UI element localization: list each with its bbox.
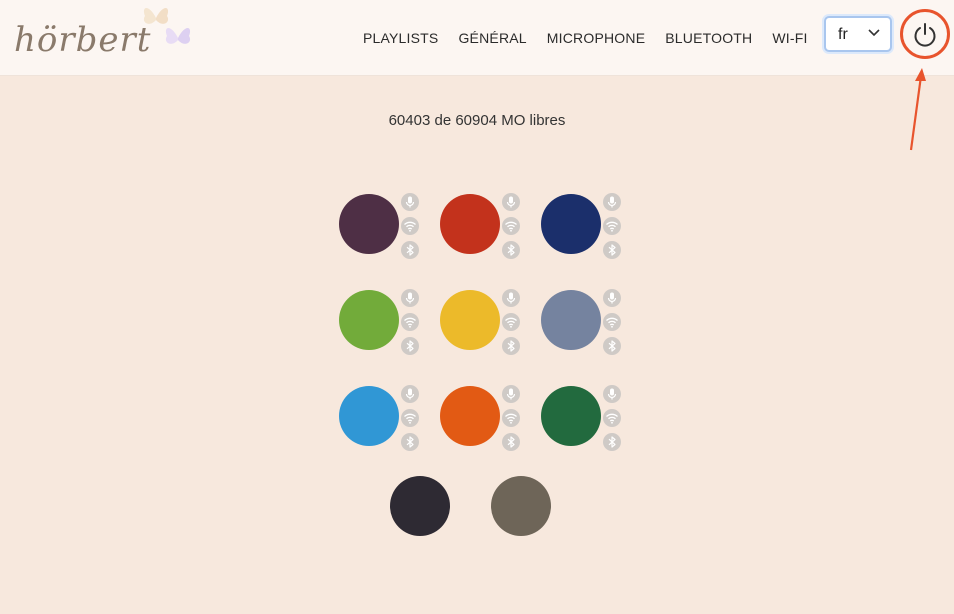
wifi-icon[interactable] xyxy=(603,217,621,235)
logo-text: hörbert xyxy=(14,20,152,60)
bluetooth-icon[interactable] xyxy=(401,241,419,259)
butterfly-decoration xyxy=(165,28,191,44)
playlist-badges xyxy=(502,193,520,265)
playlist-color-button[interactable] xyxy=(339,386,399,446)
bluetooth-icon[interactable] xyxy=(401,433,419,451)
language-value: fr xyxy=(838,26,848,43)
playlist-color-button[interactable] xyxy=(390,476,450,536)
bluetooth-icon[interactable] xyxy=(502,433,520,451)
power-icon xyxy=(914,23,936,47)
top-bar: hörbert PLAYLISTS GÉNÉRAL MICROPHONE BLUETO… xyxy=(0,0,954,76)
playlist-color-button[interactable] xyxy=(440,290,500,350)
microphone-icon[interactable] xyxy=(603,193,621,211)
nav-item-wi-fi[interactable]: WI-FI xyxy=(772,30,807,46)
language-select[interactable]: fr xyxy=(824,16,892,52)
bluetooth-icon[interactable] xyxy=(401,337,419,355)
logo: hörbert xyxy=(14,8,199,68)
playlist-badges xyxy=(502,385,520,457)
playlist-badges xyxy=(401,289,419,361)
wifi-icon[interactable] xyxy=(401,313,419,331)
playlist-color-button[interactable] xyxy=(339,290,399,350)
microphone-icon[interactable] xyxy=(502,385,520,403)
playlist-badges xyxy=(603,385,621,457)
main-nav: PLAYLISTS GÉNÉRAL MICROPHONE BLUETOOTH WI-FI xyxy=(363,0,828,75)
playlist-color-button[interactable] xyxy=(339,194,399,254)
playlist-color-button[interactable] xyxy=(440,386,500,446)
playlist-color-button[interactable] xyxy=(541,386,601,446)
playlist-color-button[interactable] xyxy=(491,476,551,536)
bluetooth-icon[interactable] xyxy=(603,337,621,355)
playlist-color-button[interactable] xyxy=(541,194,601,254)
chevron-down-icon xyxy=(868,29,880,37)
microphone-icon[interactable] xyxy=(401,193,419,211)
playlist-color-button[interactable] xyxy=(440,194,500,254)
bluetooth-icon[interactable] xyxy=(502,241,520,259)
microphone-icon[interactable] xyxy=(401,385,419,403)
nav-item-playlists[interactable]: PLAYLISTS xyxy=(363,30,438,46)
nav-item-g-n-ral[interactable]: GÉNÉRAL xyxy=(458,30,526,46)
wifi-icon[interactable] xyxy=(401,409,419,427)
power-button[interactable] xyxy=(900,9,950,59)
microphone-icon[interactable] xyxy=(502,289,520,307)
playlist-badges xyxy=(603,289,621,361)
annotation-arrow xyxy=(909,68,926,151)
nav-item-bluetooth[interactable]: BLUETOOTH xyxy=(665,30,752,46)
playlist-badges xyxy=(603,193,621,265)
wifi-icon[interactable] xyxy=(502,313,520,331)
bluetooth-icon[interactable] xyxy=(603,433,621,451)
microphone-icon[interactable] xyxy=(603,289,621,307)
wifi-icon[interactable] xyxy=(502,217,520,235)
wifi-icon[interactable] xyxy=(401,217,419,235)
nav-item-microphone[interactable]: MICROPHONE xyxy=(547,30,645,46)
wifi-icon[interactable] xyxy=(502,409,520,427)
playlist-color-button[interactable] xyxy=(541,290,601,350)
playlist-badges xyxy=(401,385,419,457)
playlist-badges xyxy=(401,193,419,265)
bluetooth-icon[interactable] xyxy=(603,241,621,259)
wifi-icon[interactable] xyxy=(603,409,621,427)
playlist-badges xyxy=(502,289,520,361)
microphone-icon[interactable] xyxy=(401,289,419,307)
bluetooth-icon[interactable] xyxy=(502,337,520,355)
microphone-icon[interactable] xyxy=(603,385,621,403)
microphone-icon[interactable] xyxy=(502,193,520,211)
wifi-icon[interactable] xyxy=(603,313,621,331)
storage-info: 60403 de 60904 MO libres xyxy=(388,112,566,129)
